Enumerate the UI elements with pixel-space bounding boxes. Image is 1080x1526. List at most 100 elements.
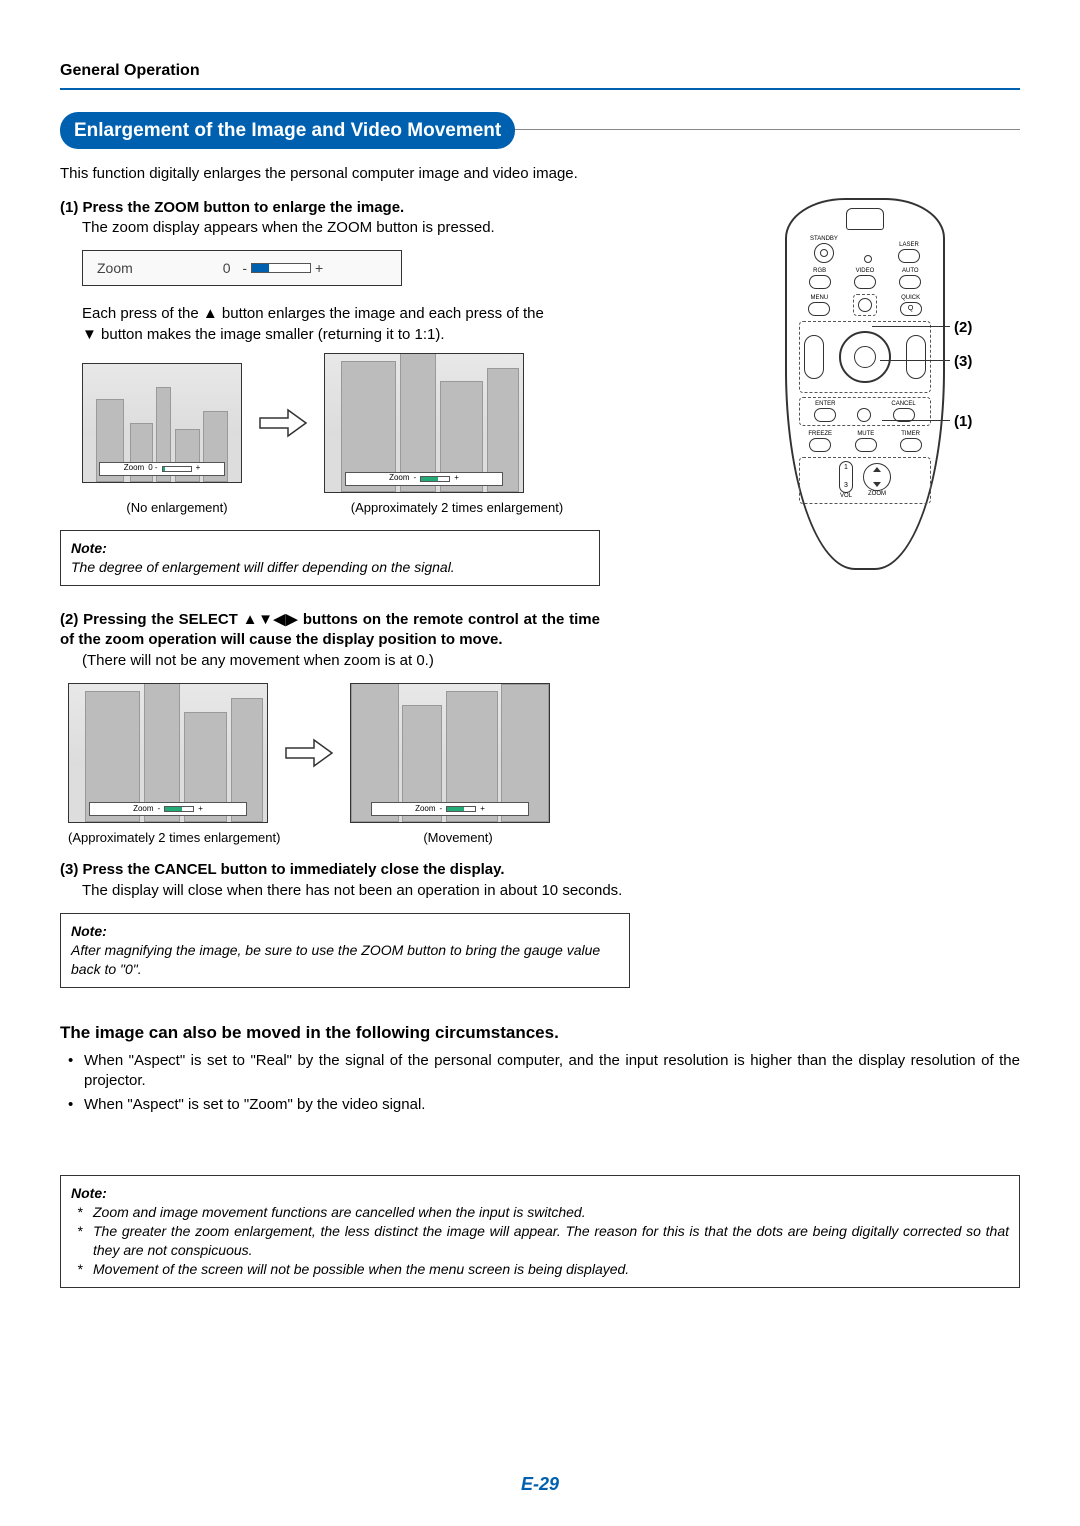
step1-body: The zoom display appears when the ZOOM b…: [60, 218, 680, 238]
arrow-right-icon: [258, 408, 308, 438]
step3-body: The display will close when there has no…: [60, 881, 680, 901]
step2-body: (There will not be any movement when zoo…: [60, 651, 680, 671]
main-column: (1) Press the ZOOM button to enlarge the…: [60, 198, 680, 1012]
laser-label: LASER: [899, 242, 919, 248]
caption-row-1: (No enlargement) (Approximately 2 times …: [82, 499, 680, 517]
timer-button[interactable]: TIMER: [900, 431, 922, 452]
side-column: STANDBY LASER RGB VIDEO AUTO: [710, 198, 1020, 1012]
note-box-1: Note: The degree of enlargement will dif…: [60, 530, 600, 586]
status-led: [864, 248, 872, 263]
vol-num-3: 3: [844, 481, 848, 490]
step-1: (1) Press the ZOOM button to enlarge the…: [60, 198, 680, 239]
caption-2x-b: (Approximately 2 times enlargement): [68, 829, 288, 847]
zoom-value: 0: [223, 259, 231, 278]
vol-label: VOL: [840, 493, 852, 499]
enter-label: ENTER: [815, 401, 835, 407]
bullet-list: When "Aspect" is set to "Real" by the si…: [60, 1051, 1020, 1116]
timer-label: TIMER: [901, 431, 920, 437]
note2-body: After magnifying the image, be sure to u…: [71, 942, 600, 977]
illus-moved: Zoom-+: [350, 683, 550, 823]
zoom-fill: [252, 264, 269, 272]
step3-heading: (3) Press the CANCEL button to immediate…: [60, 860, 680, 880]
callout-2: (2): [954, 318, 972, 338]
page-number: E-29: [0, 1472, 1080, 1496]
caption-row-2: (Approximately 2 times enlargement) (Mov…: [68, 829, 680, 847]
note1-body: The degree of enlargement will differ de…: [71, 559, 455, 575]
bullet-1: When "Aspect" is set to "Real" by the si…: [68, 1051, 1020, 1092]
step1-extra-a: Each press of the ▲ button enlarges the …: [60, 304, 680, 324]
menu-label: MENU: [810, 295, 828, 301]
caption-no-enlarge: (No enlargement): [82, 499, 272, 517]
mute-label: MUTE: [857, 431, 874, 437]
caption-movement: (Movement): [358, 829, 558, 847]
mid-button[interactable]: [857, 401, 871, 422]
zoom-btn-label: ZOOM: [868, 491, 886, 497]
zoom-gauge: 0 - +: [223, 259, 323, 278]
illus-2x-enlargement: Zoom-+: [324, 353, 524, 493]
step2-heading: (2) Pressing the SELECT ▲▼◀▶ buttons on …: [60, 610, 600, 651]
header-title: General Operation: [60, 60, 1020, 82]
menu-button[interactable]: MENU: [808, 295, 830, 316]
intro-text: This function digitally enlarges the per…: [60, 164, 636, 184]
quick-button[interactable]: QUICKQ: [900, 295, 922, 316]
foot-note-1: Zoom and image movement functions are ca…: [77, 1203, 1009, 1222]
footer-note-list: Zoom and image movement functions are ca…: [71, 1203, 1009, 1279]
laser-button[interactable]: LASER: [898, 242, 920, 263]
select-left[interactable]: [804, 335, 824, 379]
zoom-track: [251, 263, 311, 273]
rgb-button[interactable]: RGB: [809, 268, 831, 289]
illus-no-enlargement: Zoom0 -+: [82, 363, 242, 483]
cancel-button[interactable]: CANCEL: [891, 401, 915, 422]
zoom-pad[interactable]: ZOOM: [863, 463, 891, 498]
cancel-label: CANCEL: [891, 401, 915, 407]
callout-line-1: [882, 420, 950, 421]
image-row-1: Zoom0 -+ Zoom-+: [82, 353, 680, 493]
note-box-2: Note: After magnifying the image, be sur…: [60, 913, 630, 988]
freeze-button[interactable]: FREEZE: [808, 431, 832, 452]
remote-ir-window: [846, 208, 884, 230]
select-right[interactable]: [906, 335, 926, 379]
foot-note-2: The greater the zoom enlargement, the le…: [77, 1222, 1009, 1260]
callout-line-3: [880, 360, 950, 361]
video-button[interactable]: VIDEO: [854, 268, 876, 289]
callout-3: (3): [954, 352, 972, 372]
note-label: Note:: [71, 1184, 1009, 1203]
zoom-rocker-icon: [863, 463, 891, 491]
quick-label: QUICK: [901, 295, 920, 301]
step1-extra-b: ▼ button makes the image smaller (return…: [60, 325, 680, 345]
zoom-label: Zoom: [97, 259, 133, 278]
standby-label: STANDBY: [810, 236, 838, 242]
foot-note-3: Movement of the screen will not be possi…: [77, 1260, 1009, 1279]
section-title-row: Enlargement of the Image and Video Movem…: [60, 112, 1020, 146]
vol-rocker[interactable]: 1 3 VOL: [839, 461, 853, 500]
header-rule: [60, 88, 1020, 90]
image-row-2: Zoom-+ Zoom-+: [68, 683, 680, 823]
section-title: Enlargement of the Image and Video Movem…: [60, 112, 515, 150]
power-icon: [814, 243, 834, 263]
vol-num-1: 1: [844, 463, 848, 472]
center-button[interactable]: [858, 298, 872, 312]
illus-2x-b: Zoom-+: [68, 683, 268, 823]
step-2: (2) Pressing the SELECT ▲▼◀▶ buttons on …: [60, 610, 680, 671]
footer-note-box: Note: Zoom and image movement functions …: [60, 1175, 1020, 1287]
caption-2x: (Approximately 2 times enlargement): [342, 499, 572, 517]
step1-heading: (1) Press the ZOOM button to enlarge the…: [60, 198, 680, 218]
callout-line-2: [872, 326, 950, 327]
center-button-box: [853, 294, 877, 316]
zoom-osd-window: Zoom 0 - +: [82, 250, 402, 286]
bullet-2: When "Aspect" is set to "Zoom" by the vi…: [68, 1095, 1020, 1115]
auto-button[interactable]: AUTO: [899, 268, 921, 289]
select-pad-box: [799, 321, 931, 393]
page-header: General Operation: [60, 60, 1020, 90]
sub-heading: The image can also be moved in the follo…: [60, 1022, 1020, 1045]
remote-control: STANDBY LASER RGB VIDEO AUTO: [785, 198, 945, 570]
standby-button[interactable]: STANDBY: [810, 236, 838, 263]
note-label: Note:: [71, 540, 107, 556]
select-pad[interactable]: [839, 331, 891, 383]
enter-button[interactable]: ENTER: [814, 401, 836, 422]
callout-1: (1): [954, 412, 972, 432]
mute-button[interactable]: MUTE: [855, 431, 877, 452]
step-3: (3) Press the CANCEL button to immediate…: [60, 860, 680, 901]
vol-zoom-box: 1 3 VOL ZOOM: [799, 457, 931, 504]
freeze-label: FREEZE: [808, 431, 832, 437]
